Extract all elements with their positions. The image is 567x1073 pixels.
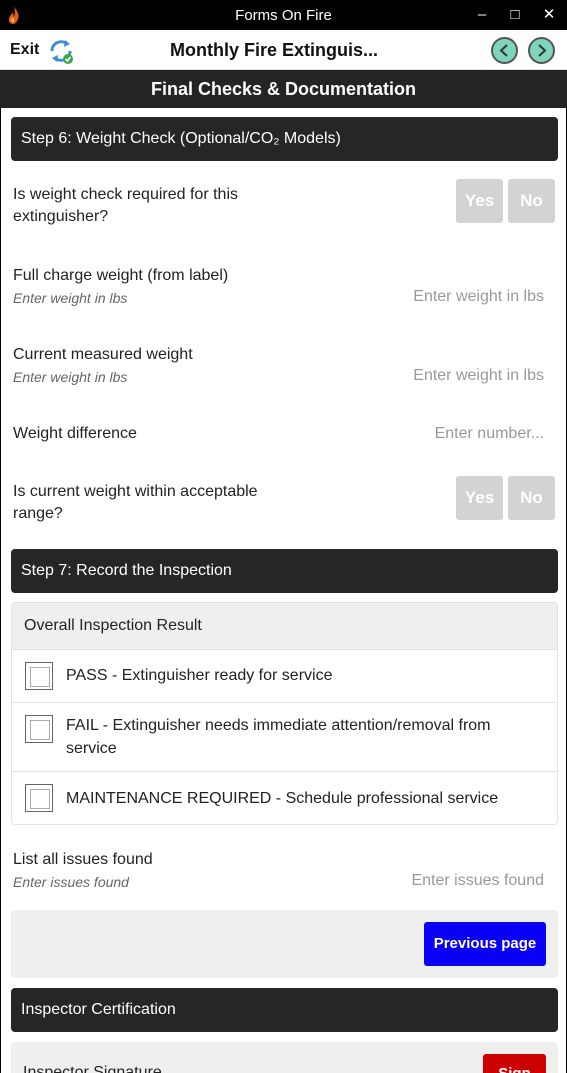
exit-button[interactable]: Exit	[10, 41, 39, 59]
sign-button[interactable]: Sign	[483, 1054, 546, 1073]
checkbox[interactable]	[25, 784, 53, 812]
result-option-maintenance[interactable]: MAINTENANCE REQUIRED - Schedule professi…	[12, 771, 557, 824]
previous-arrow-button[interactable]	[491, 37, 518, 64]
option-text-line: service	[66, 740, 117, 757]
weight-required-no-button[interactable]: No	[508, 179, 555, 223]
within-range-no-button[interactable]: No	[508, 476, 555, 520]
minimize-button[interactable]: ‒	[472, 5, 492, 25]
page-navigation-panel: Previous page	[11, 910, 558, 978]
full-charge-label: Full charge weight (from label)	[13, 267, 229, 284]
question-text-line: Is current weight within acceptable	[13, 483, 258, 500]
page-title: Final Checks & Documentation	[0, 70, 567, 108]
question-text-line: extinguisher?	[13, 208, 109, 225]
weight-difference-label: Weight difference	[13, 425, 137, 442]
full-charge-input[interactable]: Enter weight in lbs	[413, 288, 544, 306]
weight-required-question: Is weight check required for this exting…	[13, 184, 238, 228]
inspection-result-group: Overall Inspection Result PASS - Extingu…	[11, 602, 558, 825]
sync-icon[interactable]	[46, 36, 76, 66]
result-option-pass[interactable]: PASS - Extinguisher ready for service	[12, 649, 557, 702]
previous-page-button[interactable]: Previous page	[424, 922, 546, 966]
option-text-line: FAIL - Extinguisher needs immediate atte…	[66, 717, 491, 734]
question-text-line: Is weight check required for this	[13, 186, 238, 203]
chevron-right-icon	[538, 44, 547, 57]
close-window-button[interactable]: ✕	[539, 5, 559, 25]
section-header-certification: Inspector Certification	[11, 988, 558, 1032]
option-text-line: PASS - Extinguisher ready for service	[66, 667, 333, 684]
section-header-step6: Step 6: Weight Check (Optional/CO₂ Model…	[11, 117, 558, 161]
result-option-label: PASS - Extinguisher ready for service	[66, 664, 537, 687]
chevron-left-icon	[499, 44, 508, 57]
signature-label: Inspector Signature	[23, 1064, 162, 1073]
current-weight-hint: Enter weight in lbs	[13, 369, 128, 385]
checkbox[interactable]	[25, 662, 53, 690]
result-option-label: FAIL - Extinguisher needs immediate atte…	[66, 714, 537, 760]
maximize-button[interactable]: □	[505, 5, 525, 25]
result-option-fail[interactable]: FAIL - Extinguisher needs immediate atte…	[12, 702, 557, 771]
issues-input[interactable]: Enter issues found	[411, 872, 544, 890]
within-range-yes-button[interactable]: Yes	[456, 476, 503, 520]
within-range-question: Is current weight within acceptable rang…	[13, 481, 258, 525]
next-arrow-button[interactable]	[528, 37, 555, 64]
question-text-line: range?	[13, 505, 63, 522]
result-option-label: MAINTENANCE REQUIRED - Schedule professi…	[66, 787, 537, 810]
current-weight-input[interactable]: Enter weight in lbs	[413, 367, 544, 385]
section-header-step7: Step 7: Record the Inspection	[11, 549, 558, 593]
weight-difference-input[interactable]: Enter number...	[435, 425, 544, 443]
weight-required-yes-button[interactable]: Yes	[456, 179, 503, 223]
option-text-line: MAINTENANCE REQUIRED - Schedule professi…	[66, 790, 499, 807]
full-charge-hint: Enter weight in lbs	[13, 290, 128, 306]
inspection-result-heading: Overall Inspection Result	[12, 603, 557, 649]
checkbox[interactable]	[25, 715, 53, 743]
form-toolbar: Exit Monthly Fire Extinguis...	[0, 30, 567, 70]
form-content[interactable]: Step 6: Weight Check (Optional/CO₂ Model…	[0, 108, 567, 1073]
form-title: Monthly Fire Extinguis...	[170, 40, 379, 60]
issues-label: List all issues found	[13, 851, 153, 868]
signature-panel: Inspector Signature Sign	[11, 1042, 558, 1073]
current-weight-label: Current measured weight	[13, 346, 193, 363]
issues-hint: Enter issues found	[13, 874, 129, 890]
window-titlebar: Forms On Fire ‒ □ ✕	[0, 0, 567, 30]
